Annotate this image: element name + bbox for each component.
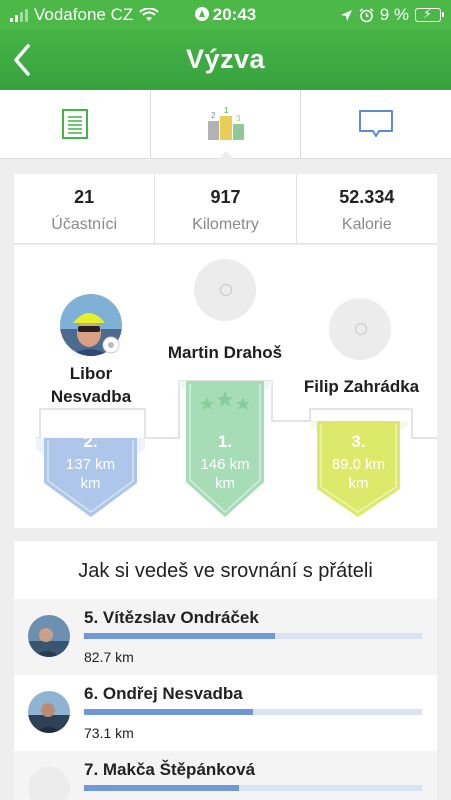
progress-track: [84, 785, 422, 791]
progress-fill: [84, 633, 275, 639]
battery-icon: ⚡: [415, 6, 444, 22]
friend-name: 5. Vítězslav Ondráček: [84, 608, 259, 627]
stat-value: 21: [74, 187, 95, 207]
name-line: Nesvadba: [50, 387, 132, 406]
friend-distance: 73.1 km: [84, 725, 134, 741]
tab-bar: 213: [0, 90, 451, 159]
status-bar: Vodafone CZ 20:43 9 % ⚡: [0, 0, 451, 30]
name-line: Libor: [69, 364, 113, 383]
place-unit: km: [348, 475, 369, 492]
stats-summary: 21 Účastníci 917 Kilometry 52.334 Kalori…: [14, 174, 437, 244]
page-title: Výzva: [185, 44, 266, 74]
place-distance: 89.0 km: [331, 456, 386, 473]
stat-value: 52.334: [339, 187, 395, 207]
clock: 20:43: [212, 5, 257, 24]
nav-bar: Výzva: [0, 30, 451, 90]
stat-label: Kalorie: [341, 216, 392, 233]
location-arrow-icon: [340, 9, 352, 21]
first-place-badge: 1. 146 km km: [186, 432, 264, 492]
battery-percent: 9 %: [379, 5, 409, 24]
stat-label: Účastníci: [51, 216, 118, 233]
friends-comparison: Jak si vedeš ve srovnání s přáteli 5. Ví…: [14, 541, 437, 800]
friend-row[interactable]: 6. Ondřej Nesvadba 73.1 km: [14, 675, 437, 751]
progress-track: [84, 633, 422, 639]
stat-kilometers: 917 Kilometry: [154, 174, 295, 243]
svg-text:2: 2: [211, 111, 216, 120]
first-place-name: Martin Drahoš: [167, 343, 283, 362]
friend-row[interactable]: 5. Vítězslav Ondráček 82.7 km: [14, 599, 437, 675]
progress-fill: [84, 785, 240, 791]
avatar: [28, 615, 70, 657]
tab-leaderboard[interactable]: 213: [149, 90, 301, 159]
third-place-name: Filip Zahrádka: [303, 377, 420, 396]
location-badge-icon: [194, 7, 209, 21]
place-distance: 146 km: [200, 456, 250, 473]
stat-calories: 52.334 Kalorie: [295, 174, 437, 243]
friend-name: 6. Ondřej Nesvadba: [84, 684, 243, 703]
friend-row[interactable]: 7. Makča Štěpánková: [14, 751, 437, 800]
stat-participants: 21 Účastníci: [14, 174, 154, 243]
place-rank: 1.: [217, 432, 233, 451]
alarm-icon: [359, 7, 374, 22]
place-distance: 137 km: [65, 456, 116, 473]
document-icon: [61, 109, 88, 139]
avatar-placeholder: [28, 767, 70, 800]
second-place-name: Libor Nesvadba: [36, 362, 146, 408]
tab-details[interactable]: [0, 90, 150, 158]
avatar-placeholder: [194, 259, 256, 321]
place-unit: km: [80, 475, 101, 492]
svg-text:1: 1: [224, 106, 229, 115]
avatar: [28, 691, 70, 733]
progress-fill: [84, 709, 253, 715]
avatar: [60, 294, 122, 356]
chat-bubble-icon: [359, 110, 394, 137]
friend-distance: 82.7 km: [84, 649, 134, 665]
section-heading: Jak si vedeš ve srovnání s přáteli: [78, 560, 373, 582]
friend-name: 7. Makča Štěpánková: [84, 760, 256, 779]
stat-value: 917: [210, 187, 241, 207]
podium: Libor Nesvadba 2. 137 km km Martin Draho…: [14, 245, 437, 528]
place-rank: 3.: [351, 432, 366, 451]
tab-chat[interactable]: [300, 90, 451, 158]
podium-icon: 213: [207, 106, 244, 140]
progress-track: [84, 709, 422, 715]
second-place-badge: 2. 137 km km: [44, 432, 137, 492]
place-rank: 2.: [83, 432, 98, 451]
avatar-placeholder: [329, 298, 391, 360]
place-unit: km: [215, 475, 235, 492]
third-place-badge: 3. 89.0 km km: [317, 432, 400, 492]
stat-label: Kilometry: [192, 216, 259, 233]
svg-text:3: 3: [236, 114, 241, 123]
